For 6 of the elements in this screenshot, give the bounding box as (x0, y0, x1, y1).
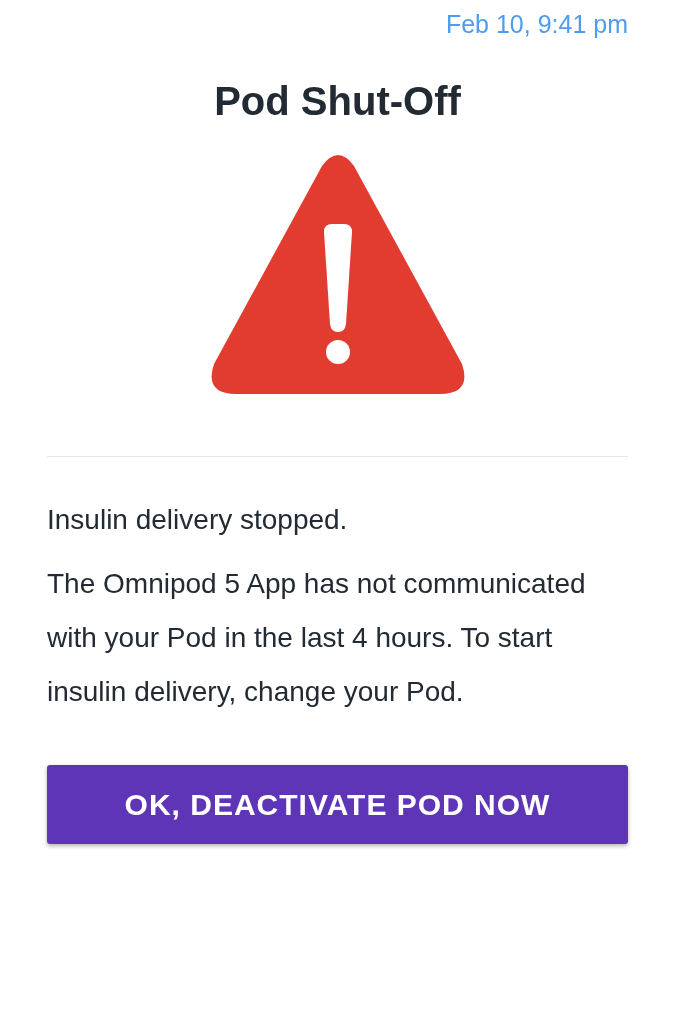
timestamp: Feb 10, 9:41 pm (445, 10, 628, 39)
warning-icon (209, 154, 466, 396)
message-text: Insulin delivery stopped. (47, 503, 349, 537)
deactivate-button[interactable]: OK, DEACTIVATE POD NOW (47, 765, 628, 844)
alert-title: Pod Shut-Off (213, 79, 462, 124)
message-text: The Omnipod 5 App has not communicated with your Pod in the last 4 hours. To start insulin delivery, change your Pod. (47, 567, 587, 709)
